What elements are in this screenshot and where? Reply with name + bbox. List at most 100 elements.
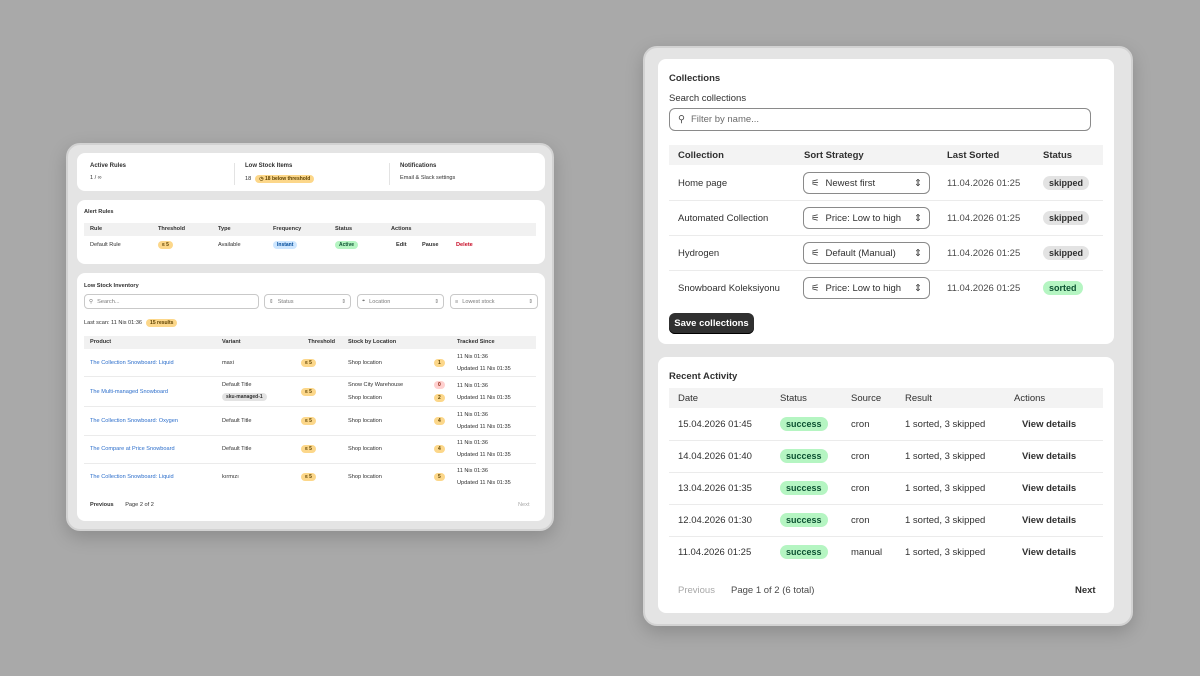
col-variant: Variant <box>222 339 241 345</box>
activity-date: 14.04.2026 01:40 <box>678 451 752 462</box>
product-link[interactable]: The Collection Snowboard: Oxygen <box>90 418 178 424</box>
threshold-badge: ≤ 5 <box>301 417 316 425</box>
table-row: Home page ⚟ Newest first ⇕ 11.04.2026 01… <box>669 166 1103 201</box>
collection-name: Home page <box>678 178 728 189</box>
product-link[interactable]: The Collection Snowboard: Liquid <box>90 360 174 366</box>
collections-card: Collections Search collections ⚲ Filter … <box>658 59 1114 344</box>
activity-date: 15.04.2026 01:45 <box>678 419 752 430</box>
activity-result: 1 sorted, 3 skipped <box>905 451 986 462</box>
stock-qty-badge: 4 <box>434 417 445 425</box>
pagination: Previous Page 2 of 2 <box>90 502 154 508</box>
search-icon: ⚲ <box>678 114 685 125</box>
view-details-button[interactable]: View details <box>1022 483 1076 494</box>
stat-value: 1 / ∞ <box>90 175 102 181</box>
save-collections-button[interactable]: Save collections <box>669 313 754 334</box>
strategy-value: Default (Manual) <box>825 247 896 259</box>
last-sorted: 11.04.2026 01:25 <box>947 248 1021 259</box>
summary-stats-card: Active Rules 1 / ∞ Low Stock Items 18 ◷ … <box>77 153 545 191</box>
previous-button[interactable]: Previous <box>678 585 715 596</box>
threshold-badge: ≤ 5 <box>301 388 316 396</box>
status-badge: Active <box>335 241 359 249</box>
sort-select[interactable]: ≡ Lowest stock ⇕ <box>450 294 538 309</box>
product-link[interactable]: The Compare at Price Snowboard <box>90 446 175 452</box>
table-row: Automated Collection ⚟ Price: Low to hig… <box>669 201 1103 236</box>
divider <box>389 163 390 185</box>
activity-result: 1 sorted, 3 skipped <box>905 515 986 526</box>
previous-button[interactable]: Previous <box>90 502 114 508</box>
col-status: Status <box>780 393 807 404</box>
delete-button[interactable]: Delete <box>456 242 473 248</box>
search-placeholder: Filter by name... <box>690 114 760 125</box>
table-row: 11.04.2026 01:25 success manual 1 sorted… <box>669 537 1103 569</box>
status-filter-label: Status <box>277 298 294 305</box>
sort-strategy-select[interactable]: ⚟ Default (Manual) ⇕ <box>803 242 930 264</box>
location-filter-select[interactable]: ⌖ Location ⇕ <box>357 294 444 309</box>
alert-rules-card: Alert Rules Rule Threshold Type Frequenc… <box>77 200 545 264</box>
sort-strategy-select[interactable]: ⚟ Newest first ⇕ <box>803 172 930 194</box>
col-last-sorted: Last Sorted <box>947 150 1000 161</box>
tracked-since: 11 Nis 01:36 <box>457 468 488 474</box>
status-badge: skipped <box>1043 176 1090 190</box>
col-threshold: Threshold <box>308 339 336 345</box>
notifications-stat[interactable]: Notifications Email & Slack settings <box>400 163 455 181</box>
product-link[interactable]: The Collection Snowboard: Liquid <box>90 474 174 480</box>
location-pin-icon: ⌖ <box>362 298 366 304</box>
col-actions: Actions <box>1014 393 1046 404</box>
card-title: Recent Activity <box>669 371 738 382</box>
status-badge: success <box>780 449 828 463</box>
activity-source: cron <box>851 515 870 526</box>
product-link[interactable]: The Multi-managed Snowboard <box>90 389 168 395</box>
stock-qty-badge: 4 <box>434 445 445 453</box>
activity-date: 12.04.2026 01:30 <box>678 515 752 526</box>
stock-qty-badge: 0 <box>434 381 445 389</box>
col-rule: Rule <box>90 226 103 232</box>
last-sorted: 11.04.2026 01:25 <box>947 213 1021 224</box>
sort-label: Lowest stock <box>462 298 495 305</box>
view-details-button[interactable]: View details <box>1022 419 1076 430</box>
collection-name: Snowboard Koleksiyonu <box>678 283 780 294</box>
tracked-since: 11 Nis 01:36 <box>457 383 488 389</box>
col-product: Product <box>90 339 112 345</box>
col-date: Date <box>678 393 699 404</box>
next-button[interactable]: Next <box>1075 585 1096 596</box>
view-details-button[interactable]: View details <box>1022 451 1076 462</box>
activity-result: 1 sorted, 3 skipped <box>905 483 986 494</box>
stat-label: Active Rules <box>90 163 127 169</box>
status-badge: success <box>780 481 828 495</box>
rule-type: Available <box>218 242 241 248</box>
low-stock-inventory-card: Low Stock Inventory ⚲ Search... ⇕ Status ⇕… <box>77 273 545 521</box>
chevron-updown-icon: ⇕ <box>914 212 922 224</box>
status-badge: success <box>780 513 828 527</box>
updated-time: Updated 11 Nis 01:35 <box>457 424 511 430</box>
rule-name: Default Rule <box>90 242 121 248</box>
table-row: 13.04.2026 01:35 success cron 1 sorted, … <box>669 473 1103 505</box>
sort-strategy-select[interactable]: ⚟ Price: Low to high ⇕ <box>803 277 930 299</box>
view-details-button[interactable]: View details <box>1022 547 1076 558</box>
stat-label: Low Stock Items <box>245 163 293 169</box>
pause-button[interactable]: Pause <box>422 242 438 248</box>
col-sort-strategy: Sort Strategy <box>804 150 864 161</box>
col-frequency: Frequency <box>273 226 302 232</box>
activity-source: manual <box>851 547 883 558</box>
collections-search-input[interactable]: ⚲ Filter by name... <box>669 108 1091 131</box>
low-stock-stat: Low Stock Items 18 ◷ 18 below threshold <box>245 163 315 183</box>
next-button[interactable]: Next <box>518 502 530 508</box>
edit-button[interactable]: Edit <box>396 242 407 248</box>
inventory-search-input[interactable]: ⚲ Search... <box>84 294 259 309</box>
notification-settings-link[interactable]: Email & Slack settings <box>400 175 455 181</box>
view-details-button[interactable]: View details <box>1022 515 1076 526</box>
activity-source: cron <box>851 483 870 494</box>
col-result: Result <box>905 393 932 404</box>
last-sorted: 11.04.2026 01:25 <box>947 178 1021 189</box>
active-rules-stat: Active Rules 1 / ∞ <box>90 163 126 181</box>
below-threshold-badge: ◷ 18 below threshold <box>255 175 315 183</box>
col-status: Status <box>335 226 353 232</box>
table-header: Date Status Source Result Actions <box>669 388 1103 408</box>
status-badge: skipped <box>1043 246 1090 260</box>
activity-source: cron <box>851 451 870 462</box>
variant-name: Default Title <box>222 382 252 388</box>
row-divider <box>84 435 536 436</box>
sort-strategy-select[interactable]: ⚟ Price: Low to high ⇕ <box>803 207 930 229</box>
status-badge: skipped <box>1043 211 1090 225</box>
status-filter-select[interactable]: ⇕ Status ⇕ <box>264 294 351 309</box>
